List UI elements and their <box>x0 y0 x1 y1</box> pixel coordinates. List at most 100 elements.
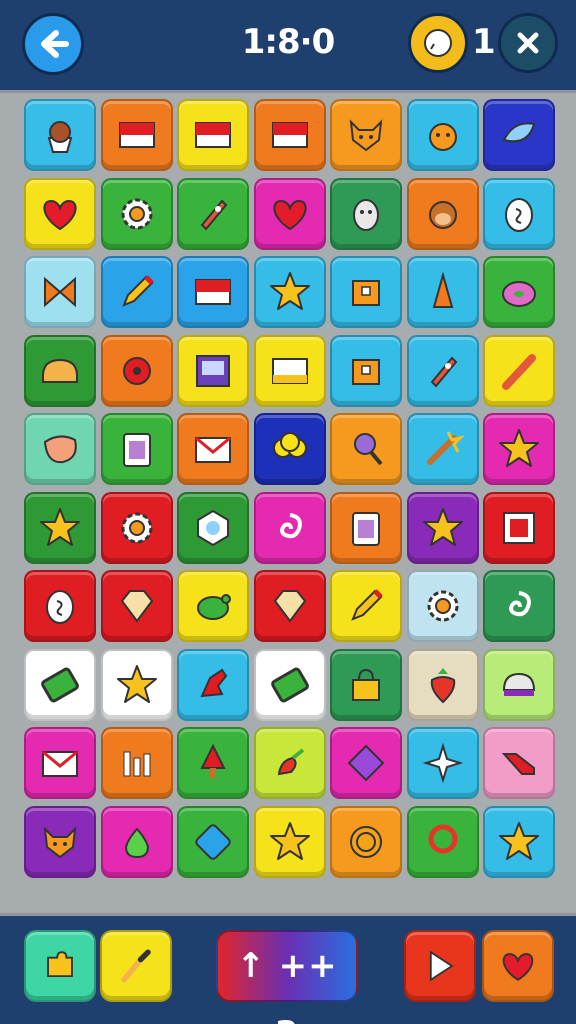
tile-r4-c3[interactable] <box>177 334 249 407</box>
tile-r3-c3[interactable] <box>177 256 249 328</box>
tile-r5-c4[interactable] <box>253 413 326 485</box>
tile-r7-c4[interactable] <box>253 570 326 642</box>
tile-r5-c2[interactable] <box>100 413 173 485</box>
close-button[interactable] <box>498 13 558 73</box>
tile-r1-c2[interactable] <box>100 99 173 171</box>
tile-r8-c7[interactable] <box>483 648 555 721</box>
tile-r2-c5[interactable] <box>330 177 402 250</box>
tile-r7-c3[interactable] <box>177 570 249 642</box>
tile-r9-c5[interactable] <box>330 727 402 799</box>
tile-r7-c6[interactable] <box>406 570 479 642</box>
combo-button[interactable]: ↑ ++ 3 <box>216 930 358 1024</box>
tree-icon <box>200 743 226 778</box>
tile-r8-c3[interactable] <box>177 648 249 721</box>
tile-r3-c5[interactable] <box>330 256 402 328</box>
tile-r2-c4[interactable] <box>253 177 326 250</box>
sparkle-icon <box>422 742 463 784</box>
tile-r5-c3[interactable] <box>177 413 249 485</box>
tile-r8-c1[interactable] <box>24 648 96 721</box>
tile-r3-c1[interactable] <box>24 256 96 328</box>
tile-r7-c1[interactable] <box>24 570 96 642</box>
tile-r10-c6[interactable] <box>406 805 479 878</box>
tile-r6-c1[interactable] <box>24 491 96 564</box>
tile-r3-c7[interactable] <box>483 256 555 328</box>
play-button[interactable] <box>404 930 476 1002</box>
heart-icon <box>502 953 534 981</box>
card-icon <box>271 357 308 384</box>
tile-r7-c7[interactable] <box>483 570 555 642</box>
tile-r6-c4[interactable] <box>253 491 326 564</box>
tile-r9-c2[interactable] <box>100 727 173 799</box>
tile-r9-c3[interactable] <box>177 727 249 799</box>
back-button[interactable] <box>22 13 84 75</box>
heart-button[interactable] <box>482 930 554 1002</box>
tile-r10-c1[interactable] <box>24 805 96 878</box>
arrow-left-icon <box>41 30 69 58</box>
tile-r10-c4[interactable] <box>253 805 326 878</box>
tile-r4-c1[interactable] <box>24 334 96 407</box>
star-icon <box>116 664 157 703</box>
tile-r5-c1[interactable] <box>24 413 96 485</box>
clipboard-icon <box>122 433 151 467</box>
tile-r2-c3[interactable] <box>177 177 249 250</box>
tile-r9-c7[interactable] <box>483 727 555 799</box>
tile-r1-c1[interactable] <box>24 99 96 171</box>
tile-r4-c2[interactable] <box>100 334 173 407</box>
bottom-toolbar: ↑ ++ 3 <box>0 916 576 1024</box>
tile-r6-c6[interactable] <box>406 491 479 564</box>
tile-r6-c7[interactable] <box>483 491 555 564</box>
phone-icon <box>270 667 309 702</box>
tile-r6-c2[interactable] <box>100 491 173 564</box>
diamond-icon <box>347 744 385 782</box>
tile-r4-c6[interactable] <box>406 334 479 407</box>
tile-r2-c7[interactable] <box>483 177 555 250</box>
brush-button[interactable] <box>100 930 172 1002</box>
tv-icon <box>196 354 230 387</box>
tile-r2-c6[interactable] <box>406 177 479 250</box>
tile-r9-c4[interactable] <box>253 727 326 799</box>
tile-r3-c2[interactable] <box>100 256 173 328</box>
tile-r10-c5[interactable] <box>330 805 402 878</box>
puzzle-button[interactable] <box>24 930 96 1002</box>
flag-icon <box>118 122 155 148</box>
tile-r6-c5[interactable] <box>330 491 402 564</box>
gear-icon <box>427 590 458 622</box>
tile-r9-c1[interactable] <box>24 727 96 799</box>
tile-r1-c3[interactable] <box>177 99 249 171</box>
flag-icon <box>195 122 231 148</box>
tile-r1-c4[interactable] <box>253 99 326 171</box>
tile-r3-c6[interactable] <box>406 256 479 328</box>
tile-r1-c7[interactable] <box>483 99 555 171</box>
tile-r8-c5[interactable] <box>330 648 402 721</box>
tile-r5-c7[interactable] <box>483 413 555 485</box>
gear-icon <box>121 512 152 543</box>
turtle-icon <box>197 594 231 620</box>
tile-r4-c5[interactable] <box>330 334 402 407</box>
strawberry-icon <box>430 667 455 703</box>
close-icon <box>517 32 539 54</box>
tile-r7-c2[interactable] <box>100 570 173 642</box>
tile-r6-c3[interactable] <box>177 491 249 564</box>
tile-r8-c4[interactable] <box>253 648 326 721</box>
tile-r1-c6[interactable] <box>406 99 479 171</box>
clipboard-icon <box>352 511 380 546</box>
tile-r4-c7[interactable] <box>483 334 555 407</box>
gem-icon <box>273 590 306 623</box>
tile-r3-c4[interactable] <box>253 256 326 328</box>
tile-r4-c4[interactable] <box>253 334 326 407</box>
tile-r5-c5[interactable] <box>330 413 402 485</box>
tile-r8-c2[interactable] <box>100 648 173 721</box>
tile-r5-c6[interactable] <box>406 413 479 485</box>
tile-r2-c1[interactable] <box>24 177 96 250</box>
tile-r10-c7[interactable] <box>483 805 555 878</box>
tile-r9-c6[interactable] <box>406 727 479 799</box>
star-icon <box>422 507 463 546</box>
tile-r1-c5[interactable] <box>330 99 402 171</box>
pencil-icon <box>351 589 383 621</box>
tile-r8-c6[interactable] <box>406 648 479 721</box>
tile-r2-c2[interactable] <box>100 177 173 250</box>
egg-icon <box>46 590 74 624</box>
tile-r7-c5[interactable] <box>330 570 402 642</box>
tile-r10-c2[interactable] <box>100 805 173 878</box>
tile-r10-c3[interactable] <box>177 805 249 878</box>
